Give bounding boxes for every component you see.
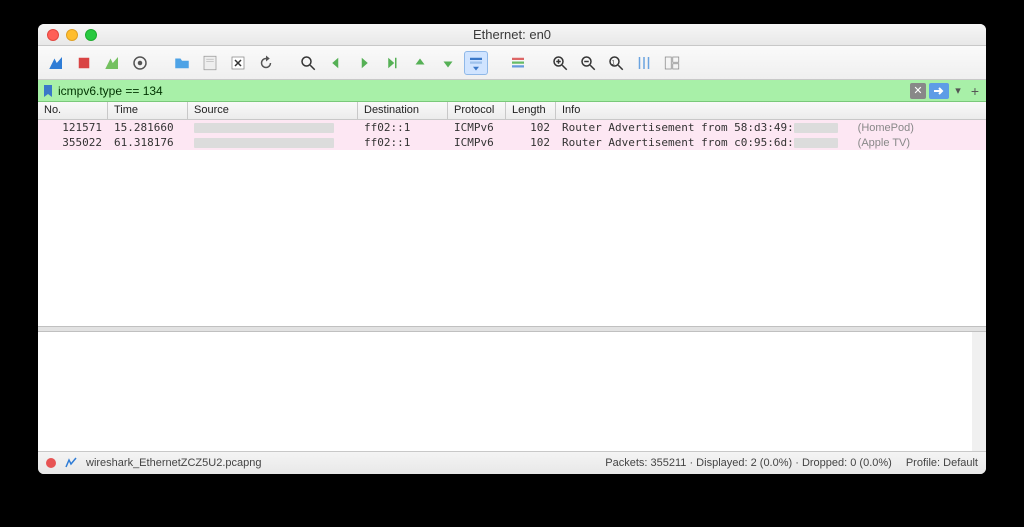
find-packet-button[interactable]: [296, 51, 320, 75]
column-header-source[interactable]: Source: [188, 102, 358, 119]
display-filter-input[interactable]: [58, 84, 906, 98]
info-text: Router Advertisement from 58:d3:49:: [562, 121, 794, 134]
cell-time: 15.281660: [108, 121, 188, 134]
restart-capture-button[interactable]: [100, 51, 124, 75]
scrollbar[interactable]: [972, 332, 986, 451]
zoom-in-button[interactable]: [548, 51, 572, 75]
clear-filter-button[interactable]: ✕: [910, 83, 926, 99]
column-header-destination[interactable]: Destination: [358, 102, 448, 119]
cell-source: [188, 136, 358, 149]
cell-source: [188, 121, 358, 134]
profile-label[interactable]: Profile: Default: [906, 457, 978, 469]
colorize-button[interactable]: [506, 51, 530, 75]
packet-details-pane[interactable]: [38, 332, 986, 452]
start-capture-button[interactable]: [44, 51, 68, 75]
minimize-window-button[interactable]: [66, 29, 78, 41]
cell-destination: ff02::1: [358, 121, 448, 134]
close-window-button[interactable]: [47, 29, 59, 41]
cell-length: 102: [506, 121, 556, 134]
open-file-button[interactable]: [170, 51, 194, 75]
cell-time: 61.318176: [108, 136, 188, 149]
cell-no: 121571: [38, 121, 108, 134]
packet-counts: Packets: 355211 · Displayed: 2 (0.0%) · …: [605, 457, 892, 469]
stop-capture-button[interactable]: [72, 51, 96, 75]
device-annotation: (Apple TV): [858, 137, 910, 149]
cell-info: Router Advertisement from 58:d3:49: (Hom…: [556, 121, 986, 134]
app-window: Ethernet: en0: [38, 24, 986, 474]
packet-list-pane: No. Time Source Destination Protocol Len…: [38, 102, 986, 326]
column-header-time[interactable]: Time: [108, 102, 188, 119]
reload-file-button[interactable]: [254, 51, 278, 75]
column-header-protocol[interactable]: Protocol: [448, 102, 506, 119]
info-text: Router Advertisement from c0:95:6d:: [562, 136, 794, 149]
add-filter-button[interactable]: +: [968, 83, 982, 99]
apply-filter-button[interactable]: [929, 83, 949, 99]
go-last-button[interactable]: [436, 51, 460, 75]
column-header-no[interactable]: No.: [38, 102, 108, 119]
expert-info-indicator[interactable]: [46, 458, 56, 468]
packet-list-body[interactable]: 121571 15.281660 ff02::1 ICMPv6 102 Rout…: [38, 120, 986, 326]
resize-columns-button[interactable]: [632, 51, 656, 75]
close-file-button[interactable]: [226, 51, 250, 75]
cell-info: Router Advertisement from c0:95:6d: (App…: [556, 136, 986, 149]
packet-row[interactable]: 355022 61.318176 ff02::1 ICMPv6 102 Rout…: [38, 135, 986, 150]
cell-protocol: ICMPv6: [448, 121, 506, 134]
bookmark-icon[interactable]: [42, 84, 54, 98]
cell-length: 102: [506, 136, 556, 149]
save-file-button[interactable]: [198, 51, 222, 75]
packet-list-header: No. Time Source Destination Protocol Len…: [38, 102, 986, 120]
go-to-packet-button[interactable]: [380, 51, 404, 75]
column-header-info[interactable]: Info: [556, 102, 986, 119]
cell-no: 355022: [38, 136, 108, 149]
titlebar: Ethernet: en0: [38, 24, 986, 46]
display-filter-bar: ✕ ▾ +: [38, 80, 986, 102]
window-title: Ethernet: en0: [38, 27, 986, 42]
zoom-out-button[interactable]: [576, 51, 600, 75]
capture-options-button[interactable]: [128, 51, 152, 75]
layout-button[interactable]: [660, 51, 684, 75]
packet-row[interactable]: 121571 15.281660 ff02::1 ICMPv6 102 Rout…: [38, 120, 986, 135]
device-annotation: (HomePod): [858, 122, 914, 134]
cell-destination: ff02::1: [358, 136, 448, 149]
go-back-button[interactable]: [324, 51, 348, 75]
status-bar: wireshark_EthernetZCZ5U2.pcapng Packets:…: [38, 452, 986, 474]
zoom-reset-button[interactable]: 1: [604, 51, 628, 75]
zoom-window-button[interactable]: [85, 29, 97, 41]
traffic-lights: [47, 29, 97, 41]
capture-file-name[interactable]: wireshark_EthernetZCZ5U2.pcapng: [86, 457, 261, 469]
main-toolbar: 1: [38, 46, 986, 80]
go-first-button[interactable]: [408, 51, 432, 75]
cell-protocol: ICMPv6: [448, 136, 506, 149]
column-header-length[interactable]: Length: [506, 102, 556, 119]
filter-history-dropdown[interactable]: ▾: [952, 83, 964, 99]
auto-scroll-button[interactable]: [464, 51, 488, 75]
capture-file-icon[interactable]: [64, 456, 78, 470]
go-forward-button[interactable]: [352, 51, 376, 75]
